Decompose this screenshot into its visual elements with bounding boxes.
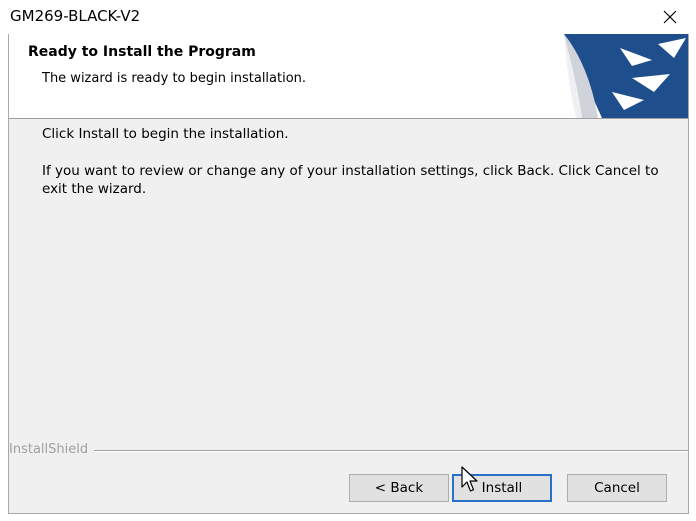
brand-divider: InstallShield bbox=[9, 440, 688, 460]
header-subtitle: The wizard is ready to begin installatio… bbox=[42, 71, 307, 86]
close-button[interactable] bbox=[650, 2, 690, 32]
cancel-button[interactable]: Cancel bbox=[567, 474, 667, 502]
review-text: If you want to review or change any of y… bbox=[42, 163, 659, 197]
back-button[interactable]: < Back bbox=[349, 474, 449, 502]
divider-line bbox=[93, 450, 688, 452]
mouse-pointer-icon bbox=[461, 466, 478, 492]
installer-window: GM269-BLACK-V2 Ready to Install the Prog… bbox=[0, 0, 696, 521]
close-icon bbox=[663, 10, 677, 24]
wizard-frame: Ready to Install the Program The wizard … bbox=[8, 34, 689, 514]
installshield-label: InstallShield bbox=[9, 442, 95, 457]
title-bar: GM269-BLACK-V2 bbox=[0, 0, 696, 34]
installshield-logo-icon bbox=[540, 34, 688, 118]
header-title: Ready to Install the Program bbox=[28, 44, 256, 60]
window-title: GM269-BLACK-V2 bbox=[10, 7, 141, 25]
instruction-text: Click Install to begin the installation. bbox=[42, 126, 289, 142]
wizard-header: Ready to Install the Program The wizard … bbox=[9, 34, 688, 119]
